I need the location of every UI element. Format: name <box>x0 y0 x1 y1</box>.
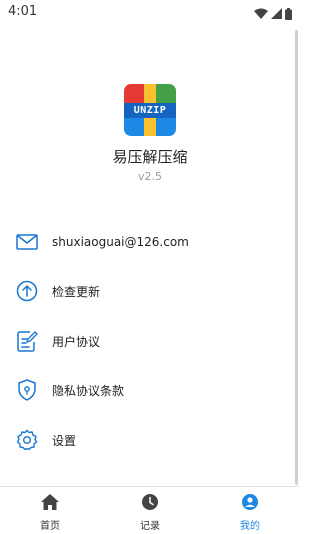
gear-icon <box>16 429 38 451</box>
bottom-navigation: 首页 记录 我的 <box>0 486 300 534</box>
nav-label: 我的 <box>240 521 260 532</box>
menu-item-settings[interactable]: 设置 <box>0 418 296 462</box>
nav-item-records[interactable]: 记录 <box>100 487 200 534</box>
user-icon <box>242 494 258 514</box>
clock-icon <box>142 494 158 514</box>
update-arrow-icon <box>16 280 38 302</box>
menu-item-label: 检查更新 <box>52 284 101 299</box>
home-icon <box>41 494 59 514</box>
nav-label: 首页 <box>40 521 60 532</box>
wifi-icon <box>254 5 268 24</box>
menu-item-user-agreement[interactable]: 用户协议 <box>0 319 296 363</box>
document-edit-icon <box>16 330 38 352</box>
shield-icon <box>16 379 38 401</box>
mail-icon <box>16 231 38 253</box>
menu-item-label: 用户协议 <box>52 334 101 349</box>
menu-item-email[interactable]: shuxiaoguai@126.com <box>0 220 296 264</box>
menu-item-label: shuxiaoguai@126.com <box>52 235 189 249</box>
menu-item-label: 隐私协议条款 <box>52 383 125 398</box>
status-bar: 4:01 <box>0 0 300 24</box>
app-version: v2.5 <box>137 170 162 183</box>
nav-label: 记录 <box>140 521 160 532</box>
nav-item-mine[interactable]: 我的 <box>200 487 300 534</box>
nav-item-home[interactable]: 首页 <box>0 487 100 534</box>
menu-item-check-update[interactable]: 检查更新 <box>0 269 296 313</box>
menu-item-privacy-policy[interactable]: 隐私协议条款 <box>0 368 296 412</box>
app-name: 易压解压缩 <box>112 148 188 166</box>
app-logo: UNZIP <box>124 84 176 136</box>
status-icons <box>254 5 292 24</box>
menu-item-label: 设置 <box>52 433 77 448</box>
signal-icon <box>271 5 282 24</box>
battery-icon <box>285 5 292 24</box>
logo-text: UNZIP <box>133 105 167 116</box>
status-time: 4:01 <box>8 4 38 19</box>
